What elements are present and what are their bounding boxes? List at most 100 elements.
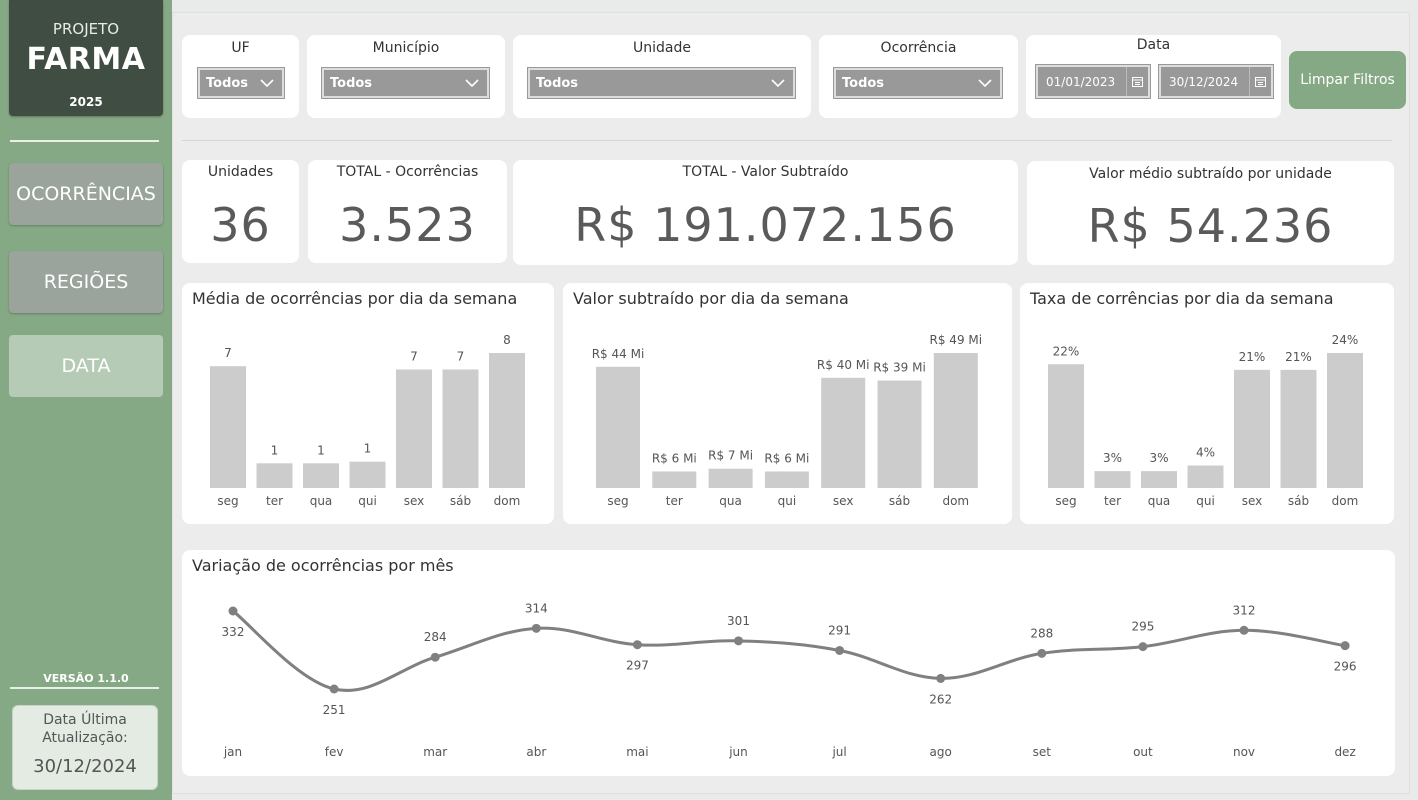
unidade-select[interactable]: Todos <box>527 67 796 99</box>
bar-data-label: 3% <box>1103 451 1122 465</box>
bar-data-label: 7 <box>224 346 232 360</box>
clear-filters-button[interactable]: Limpar Filtros <box>1289 51 1406 109</box>
bar-ter[interactable] <box>1094 471 1131 488</box>
bar-dom[interactable] <box>489 353 525 488</box>
brand-logo: PROJETO FARMA 2025 <box>9 0 163 116</box>
line-point-jul[interactable] <box>835 645 845 655</box>
x-tick-label: jan <box>223 745 242 759</box>
bar-sex[interactable] <box>396 369 432 488</box>
bar-seg[interactable] <box>210 366 246 488</box>
x-tick-label: qua <box>310 494 333 508</box>
line-point-mai[interactable] <box>632 640 642 650</box>
bar-sáb[interactable] <box>877 380 922 488</box>
x-tick-label: dez <box>1334 745 1355 759</box>
x-tick-label: dom <box>942 494 969 508</box>
bar-data-label: 8 <box>503 333 511 347</box>
kpi-unidades: Unidades 36 <box>182 160 299 263</box>
line-point-nov[interactable] <box>1239 625 1249 635</box>
x-tick-label: out <box>1133 745 1153 759</box>
bar-qua[interactable] <box>708 468 753 488</box>
chevron-down-icon <box>260 79 274 88</box>
x-tick-label: qui <box>1196 494 1215 508</box>
kpi-value: 3.523 <box>339 198 476 252</box>
ocorrencia-select[interactable]: Todos <box>833 67 1003 99</box>
municipio-select[interactable]: Todos <box>321 67 490 99</box>
line-point-jan[interactable] <box>228 606 238 616</box>
kpi-ocorrencias: TOTAL - Ocorrências 3.523 <box>308 160 507 263</box>
nav-data[interactable]: DATA <box>9 335 163 397</box>
bar-qui[interactable] <box>1187 465 1224 489</box>
x-tick-label: qua <box>719 494 742 508</box>
filter-title: Data <box>1136 37 1171 53</box>
bar-seg[interactable] <box>1048 364 1084 488</box>
point-data-label: 295 <box>1131 620 1154 634</box>
x-tick-label: sáb <box>450 494 471 508</box>
sidebar: PROJETO FARMA 2025 OCORRÊNCIAS REGIÕES D… <box>0 0 172 800</box>
line-point-abr[interactable] <box>531 623 541 633</box>
bar-dom[interactable] <box>1327 353 1363 488</box>
bar-dom[interactable] <box>933 353 978 488</box>
line-point-ago[interactable] <box>936 673 946 683</box>
point-data-label: 262 <box>929 692 952 706</box>
chart-valor-subtraido: Valor subtraído por dia da semana R$ 44 … <box>563 283 1012 524</box>
version-label: VERSÃO 1.1.0 <box>43 672 129 685</box>
kpi-value: R$ 191.072.156 <box>574 198 957 252</box>
x-tick-label: ago <box>930 745 952 759</box>
bar-sáb[interactable] <box>1280 369 1317 488</box>
filter-unidade: Unidade Todos <box>513 35 811 118</box>
bar-ter[interactable] <box>256 463 293 488</box>
chevron-down-icon <box>978 79 992 88</box>
line-point-dez[interactable] <box>1340 641 1350 651</box>
x-tick-label: nov <box>1233 745 1255 759</box>
bar-qui[interactable] <box>349 461 386 488</box>
bar-data-label: R$ 6 Mi <box>764 451 809 465</box>
select-value: Todos <box>206 75 249 91</box>
bar-qui[interactable] <box>764 471 809 488</box>
x-tick-label: qua <box>1148 494 1171 508</box>
calendar-icon[interactable] <box>1126 67 1148 96</box>
date-end-input[interactable]: 30/12/2024 <box>1158 64 1274 99</box>
kpi-value: R$ 54.236 <box>1087 199 1334 253</box>
nav-ocorrencias[interactable]: OCORRÊNCIAS <box>9 163 163 225</box>
bar-qua[interactable] <box>303 463 339 488</box>
line-point-out[interactable] <box>1138 642 1148 652</box>
uf-select[interactable]: Todos <box>197 67 285 99</box>
x-tick-label: abr <box>526 745 546 759</box>
bar-ter[interactable] <box>652 471 697 488</box>
point-data-label: 301 <box>727 614 750 628</box>
nav-regioes[interactable]: REGIÕES <box>9 251 163 313</box>
kpi-valor-subtraido: TOTAL - Valor Subtraído R$ 191.072.156 <box>513 160 1018 265</box>
filter-ocorrencia: Ocorrência Todos <box>819 35 1018 118</box>
point-data-label: 288 <box>1030 626 1053 640</box>
filter-municipio: Município Todos <box>307 35 505 118</box>
line-point-set[interactable] <box>1037 648 1047 658</box>
x-tick-label: seg <box>1055 494 1076 508</box>
line-point-mar[interactable] <box>430 652 440 662</box>
date-start-input[interactable]: 01/01/2023 <box>1035 64 1151 99</box>
date-start-value: 01/01/2023 <box>1046 74 1116 89</box>
x-tick-label: ter <box>266 494 283 508</box>
bar-data-label: R$ 49 Mi <box>930 333 983 347</box>
last-update-date: 30/12/2024 <box>33 756 137 777</box>
x-tick-label: dom <box>1332 494 1359 508</box>
bar-sex[interactable] <box>1234 369 1270 488</box>
line-point-fev[interactable] <box>329 684 339 694</box>
date-end-value: 30/12/2024 <box>1169 74 1239 89</box>
kpi-title: Unidades <box>207 164 274 180</box>
bar-sáb[interactable] <box>442 369 479 488</box>
bar-sex[interactable] <box>821 377 866 488</box>
line-chart-svg: 332 jan 251 fev 284 mar 314 abr 297 mai 301 jun 291 j… <box>222 601 1357 759</box>
line-point-jun[interactable] <box>734 636 743 646</box>
bar-qua[interactable] <box>1141 471 1177 488</box>
bar-chart-svg: 22% seg 3% ter 3% qua 4% qui 21% sex 21% sáb 24% dom <box>1048 333 1363 508</box>
bar-data-label: 21% <box>1285 350 1312 364</box>
select-value: Todos <box>330 75 373 91</box>
x-tick-label: seg <box>607 494 628 508</box>
chart-taxa-ocorrencias: Taxa de corrências por dia da semana 22%… <box>1020 283 1394 524</box>
bar-chart-svg: R$ 44 Mi seg R$ 6 Mi ter R$ 7 Mi qua R$ 6 Mi qu… <box>592 333 983 508</box>
filter-title: Município <box>372 40 440 56</box>
point-data-label: 314 <box>525 601 548 615</box>
calendar-icon[interactable] <box>1249 67 1271 96</box>
bar-seg[interactable] <box>596 366 640 488</box>
x-tick-label: mai <box>626 745 648 759</box>
